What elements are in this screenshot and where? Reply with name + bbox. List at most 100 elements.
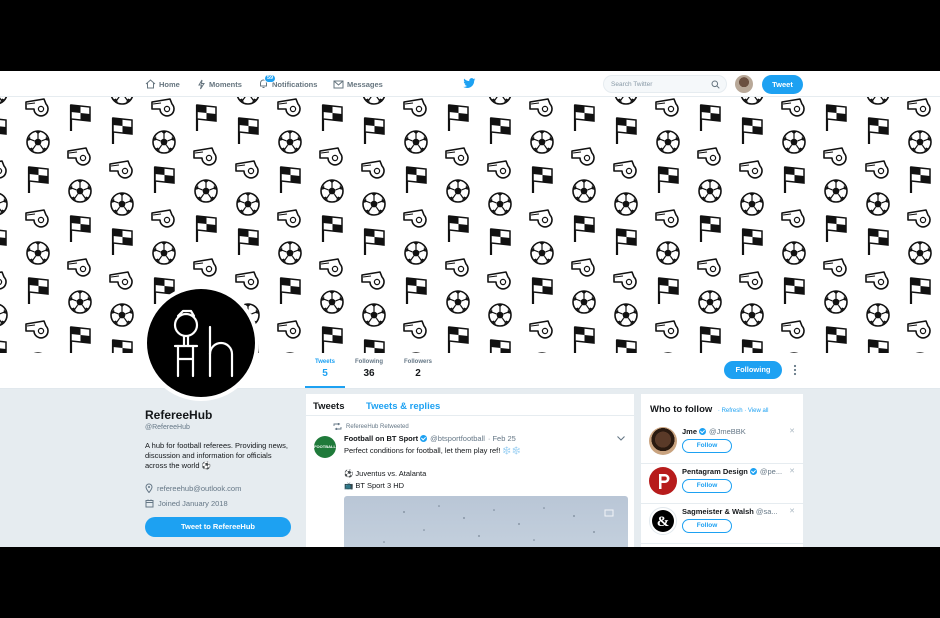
tweet-author-avatar[interactable]: FOOTBALL <box>314 436 336 458</box>
corner-flag-icon <box>321 214 344 244</box>
corner-flag-icon <box>0 116 8 146</box>
suggestion-name-line[interactable]: Sagmeister & Walsh @sa... <box>682 507 778 516</box>
soccer-ball-icon <box>740 192 764 216</box>
whistle-icon <box>25 320 49 339</box>
search-placeholder: Search Twitter <box>611 81 653 88</box>
follow-button[interactable]: Follow <box>682 519 732 533</box>
nav-home[interactable]: Home <box>145 77 180 91</box>
nav-messages[interactable]: Messages <box>333 77 383 91</box>
suggestion-handle: @sa... <box>755 507 778 516</box>
refresh-view-all-links[interactable]: · Refresh · View all <box>718 408 769 414</box>
tweet-author-handle[interactable]: @btsportfootball <box>430 434 485 443</box>
whistle-icon <box>907 209 931 228</box>
follow-button[interactable]: Follow <box>682 479 732 493</box>
whistle-icon <box>193 147 217 166</box>
twitter-bird-logo-icon[interactable] <box>463 78 476 89</box>
soccer-ball-icon <box>614 97 638 105</box>
tweet-to-user-button[interactable]: Tweet to RefereeHub <box>145 517 291 537</box>
corner-flag-icon <box>909 165 932 195</box>
dismiss-icon[interactable]: ✕ <box>789 427 795 435</box>
soccer-ball-icon <box>404 130 428 154</box>
soccer-ball-icon <box>110 192 134 216</box>
followers-stat-label: Followers <box>403 359 432 365</box>
who-to-follow-panel: Who to follow · Refresh · View all Jme @… <box>641 394 803 547</box>
corner-flag-icon <box>69 103 92 133</box>
nav-notifications[interactable]: 59 Notifications <box>258 73 317 91</box>
chevron-down-icon[interactable] <box>617 436 625 441</box>
tweet-text-line-3: 📺 BT Sport 3 HD <box>344 481 405 490</box>
search-input[interactable]: Search Twitter <box>603 75 727 93</box>
nav-moments[interactable]: Moments <box>197 77 242 91</box>
whistle-icon <box>529 209 553 228</box>
profile-avatar[interactable] <box>143 285 259 401</box>
who-to-follow-header: Who to follow · Refresh · View all <box>650 404 768 415</box>
active-tab-indicator <box>305 386 345 388</box>
notification-count-badge: 59 <box>264 73 277 83</box>
whistle-icon <box>403 320 427 339</box>
suggestion-avatar[interactable] <box>649 467 677 495</box>
corner-flag-icon <box>27 165 50 195</box>
whistle-icon <box>697 258 721 277</box>
soccer-ball-icon <box>446 179 470 203</box>
svg-text:&: & <box>657 514 670 530</box>
search-icon[interactable] <box>711 80 720 89</box>
profile-joined-date: Joined January 2018 <box>158 499 228 508</box>
refereehub-logo-icon <box>173 309 234 378</box>
soccer-ball-icon <box>614 303 638 327</box>
tweet-date[interactable]: · Feb 25 <box>488 434 516 443</box>
pentagram-logo-icon <box>659 474 670 489</box>
soccer-ball-icon <box>110 97 134 105</box>
suggestion-avatar[interactable] <box>649 427 677 455</box>
soccer-ball-icon <box>26 241 50 265</box>
corner-flag-icon <box>321 325 344 353</box>
whistle-icon <box>655 98 679 117</box>
retweet-context: RefereeHub Retweeted <box>333 423 409 430</box>
corner-flag-icon <box>699 325 722 353</box>
soccer-ball-icon <box>824 179 848 203</box>
tweet-author-name[interactable]: Football on BT Sport <box>344 434 418 443</box>
whistle-icon <box>697 147 721 166</box>
whistle-icon <box>67 147 91 166</box>
profile-handle[interactable]: @RefereeHub <box>145 424 190 431</box>
whistle-icon <box>361 160 385 179</box>
corner-flag-icon <box>489 338 512 353</box>
following-stat[interactable]: Following 36 <box>350 359 388 379</box>
suggestion-name: Pentagram Design <box>682 467 748 476</box>
corner-flag-icon <box>741 116 764 146</box>
soccer-ball-icon <box>908 130 932 154</box>
timeline-tabs: Tweets Tweets & replies <box>306 394 634 416</box>
corner-flag-icon <box>0 338 8 353</box>
whistle-icon <box>781 320 805 339</box>
tweets-stat[interactable]: Tweets 5 <box>307 359 343 379</box>
whistle-icon <box>361 271 385 290</box>
more-options-icon[interactable] <box>793 364 797 376</box>
suggestion-avatar[interactable]: & <box>649 507 677 535</box>
suggestion-name-line[interactable]: Pentagram Design @pe... <box>682 467 782 476</box>
whistle-icon <box>613 160 637 179</box>
soccer-ball-icon <box>698 179 722 203</box>
whistle-icon <box>403 209 427 228</box>
whistle-icon <box>0 271 7 290</box>
suggestion-name: Jme <box>682 427 698 436</box>
tweet-text-line-2: ⚽ Juventus vs. Atalanta <box>344 469 427 478</box>
dismiss-icon[interactable]: ✕ <box>789 507 795 515</box>
dismiss-icon[interactable]: ✕ <box>789 467 795 475</box>
soccer-ball-icon <box>488 303 512 327</box>
corner-flag-icon <box>573 325 596 353</box>
followers-stat[interactable]: Followers 2 <box>399 359 437 379</box>
soccer-ball-icon <box>0 97 8 105</box>
suggestion-name-line[interactable]: Jme @JmeBBK <box>682 427 746 436</box>
compose-tweet-button[interactable]: Tweet <box>762 75 803 94</box>
corner-flag-icon <box>237 227 260 257</box>
corner-flag-icon <box>363 116 386 146</box>
corner-flag-icon <box>195 103 218 133</box>
soccer-ball-icon <box>530 130 554 154</box>
tweet-media-image[interactable] <box>344 496 628 547</box>
user-avatar[interactable] <box>735 75 753 93</box>
follow-button[interactable]: Follow <box>682 439 732 453</box>
tab-tweets[interactable]: Tweets <box>313 401 345 412</box>
whistle-icon <box>823 258 847 277</box>
whistle-icon <box>277 98 301 117</box>
tab-tweets-and-replies[interactable]: Tweets & replies <box>366 401 440 412</box>
following-button[interactable]: Following <box>724 361 782 379</box>
